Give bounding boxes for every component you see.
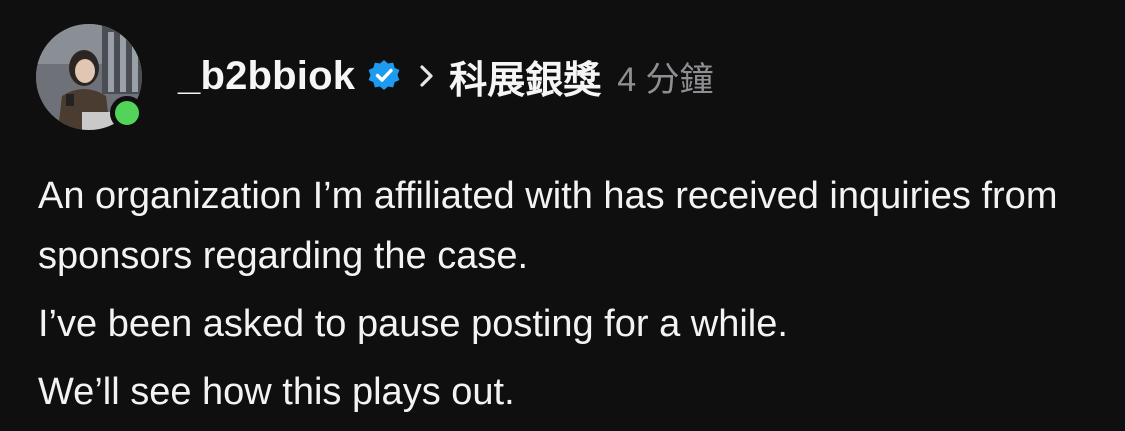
username[interactable]: _b2bbiok xyxy=(178,54,355,99)
author-avatar[interactable] xyxy=(36,24,146,134)
verified-badge-icon xyxy=(367,59,401,93)
post-paragraph: I’ve been asked to pause posting for a w… xyxy=(38,303,788,345)
post-timestamp: 4 分鐘 xyxy=(617,60,714,99)
post-paragraph: An organization I’m affiliated with has … xyxy=(38,175,1058,277)
post-paragraph: We’ll see how this plays out. xyxy=(38,371,515,413)
chevron-right-icon xyxy=(417,61,437,91)
online-status-indicator xyxy=(110,96,144,130)
post: _b2bbiok 科展銀獎 4 分鐘 An organization I’m a… xyxy=(0,0,1125,431)
community-name[interactable]: 科展銀獎 xyxy=(449,49,601,104)
post-body: An organization I’m affiliated with has … xyxy=(38,166,1098,422)
post-header: _b2bbiok 科展銀獎 4 分鐘 xyxy=(178,48,714,104)
